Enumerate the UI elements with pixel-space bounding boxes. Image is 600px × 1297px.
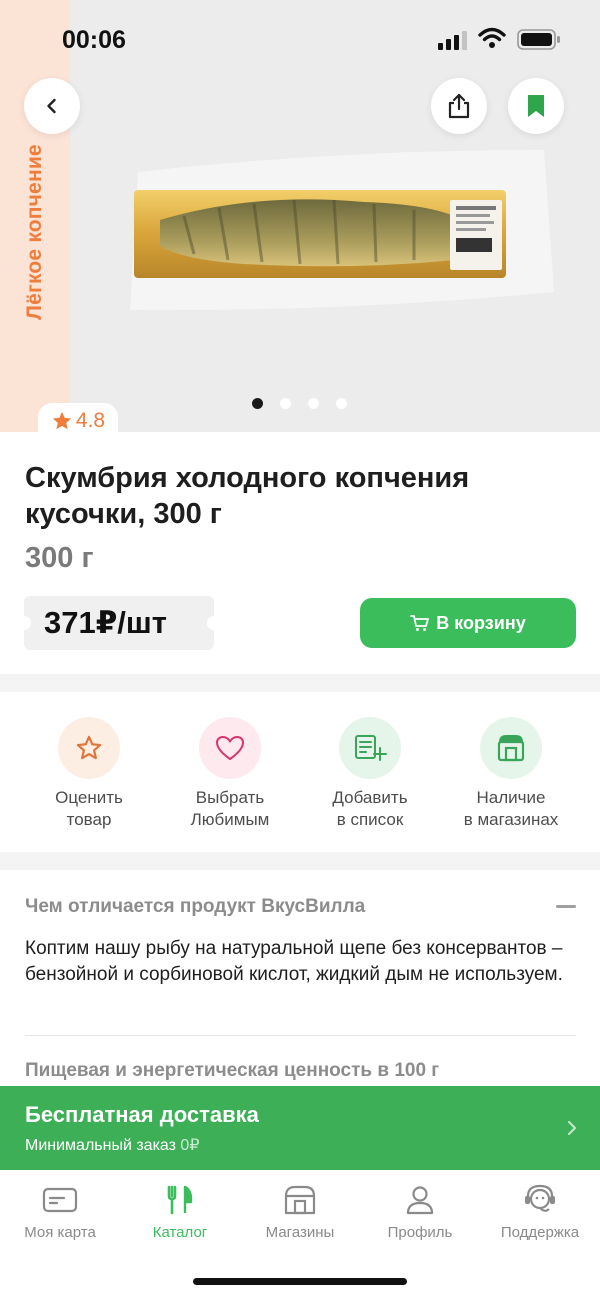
share-button[interactable] bbox=[431, 78, 487, 134]
product-actions: Оценить товар Выбрать Любимым Добавить в сп… bbox=[0, 692, 600, 852]
tab-label: Поддержка bbox=[500, 1224, 580, 1241]
store-availability-label: Наличие в магазинах bbox=[463, 788, 559, 829]
product-weight: 300 г bbox=[25, 542, 94, 574]
home-indicator[interactable] bbox=[193, 1278, 407, 1285]
choose-favorite-label: Выбрать Любимым bbox=[190, 788, 270, 829]
chevron-left-icon bbox=[47, 98, 56, 114]
heart-icon bbox=[216, 736, 244, 760]
add-to-list-label: Добавить в список bbox=[332, 788, 408, 829]
shops-icon bbox=[284, 1185, 316, 1215]
product-info: Скумбрия холодного копчения кусочки, 300… bbox=[0, 432, 600, 674]
add-to-list-button[interactable]: Добавить в список bbox=[295, 717, 445, 831]
rating-value: 4.8 bbox=[75, 409, 106, 432]
tab-label: Моя карта bbox=[24, 1224, 96, 1241]
tab-label: Профиль bbox=[387, 1224, 453, 1241]
product-title: Скумбрия холодного копчения кусочки, 300… bbox=[25, 462, 470, 530]
store-icon-circle bbox=[480, 717, 542, 779]
store-availability-button[interactable]: Наличие в магазинах bbox=[436, 717, 586, 831]
choose-favorite-button[interactable]: Выбрать Любимым bbox=[155, 717, 305, 831]
tab-support[interactable]: Поддержка bbox=[480, 1182, 600, 1241]
free-delivery-banner[interactable]: Бесплатная доставка Минимальный заказ 0₽ bbox=[0, 1086, 600, 1170]
price-tag: 371₽/шт bbox=[17, 596, 221, 650]
tab-profile[interactable]: Профиль bbox=[360, 1182, 480, 1241]
pagination-dot[interactable] bbox=[280, 398, 291, 409]
min-order-value: 0₽ bbox=[180, 1137, 200, 1154]
store-icon bbox=[497, 735, 525, 762]
collapse-icon[interactable] bbox=[556, 905, 576, 908]
gallery-pagination bbox=[252, 398, 347, 409]
status-bar: 00:06 bbox=[0, 0, 600, 76]
section-separator bbox=[0, 852, 600, 870]
profile-icon bbox=[406, 1186, 434, 1215]
difference-heading[interactable]: Чем отличается продукт ВкусВилла bbox=[25, 896, 365, 918]
tab-shops[interactable]: Магазины bbox=[240, 1182, 360, 1241]
catalog-icon bbox=[167, 1185, 193, 1215]
smoke-level-label: Лёгкое копчение bbox=[23, 144, 46, 320]
cart-icon bbox=[410, 615, 430, 631]
delivery-title: Бесплатная доставка bbox=[25, 1102, 259, 1127]
rate-product-button[interactable]: Оценить товар bbox=[14, 717, 164, 831]
card-icon bbox=[42, 1187, 78, 1213]
section-separator bbox=[0, 674, 600, 692]
rating-badge[interactable]: 4.8 bbox=[38, 403, 118, 432]
tab-my-card[interactable]: Моя карта bbox=[0, 1182, 120, 1241]
battery-icon bbox=[517, 29, 560, 50]
pagination-dot[interactable] bbox=[336, 398, 347, 409]
tab-label: Каталог bbox=[152, 1224, 208, 1241]
add-to-list-icon-circle bbox=[339, 717, 401, 779]
rate-product-label: Оценить товар bbox=[55, 788, 123, 829]
back-button[interactable] bbox=[24, 78, 80, 134]
add-to-list-icon bbox=[355, 735, 387, 761]
bookmark-icon bbox=[528, 95, 544, 117]
bookmark-button[interactable] bbox=[508, 78, 564, 134]
star-icon bbox=[52, 411, 72, 430]
divider bbox=[25, 1035, 576, 1036]
add-to-cart-label: В корзину bbox=[436, 612, 526, 633]
difference-text: Коптим нашу рыбу на натуральной щепе без… bbox=[25, 938, 563, 985]
status-time: 00:06 bbox=[62, 26, 126, 54]
favorite-icon-circle bbox=[199, 717, 261, 779]
product-gallery[interactable]: Лёгкое копчение 00:06 4.8 bbox=[0, 0, 600, 432]
pagination-dot-active[interactable] bbox=[252, 398, 263, 409]
tab-label: Магазины bbox=[265, 1224, 335, 1241]
wifi-icon bbox=[478, 27, 506, 48]
bottom-tab-bar: Моя карта Каталог Магазины Профиль Подде… bbox=[0, 1170, 600, 1297]
support-icon bbox=[525, 1184, 555, 1212]
product-description: Чем отличается продукт ВкусВилла Коптим … bbox=[0, 870, 600, 1090]
rate-icon-circle bbox=[58, 717, 120, 779]
add-to-cart-button[interactable]: В корзину bbox=[360, 598, 576, 648]
star-icon bbox=[76, 735, 102, 760]
product-image bbox=[130, 150, 554, 311]
share-icon bbox=[448, 93, 470, 119]
min-order-label: Минимальный заказ bbox=[25, 1137, 176, 1154]
nutrition-heading[interactable]: Пищевая и энергетическая ценность в 100 … bbox=[25, 1060, 439, 1082]
cellular-signal-icon bbox=[438, 31, 467, 50]
tab-catalog[interactable]: Каталог bbox=[120, 1182, 240, 1241]
product-price: 371₽/шт bbox=[44, 605, 167, 640]
chevron-right-icon bbox=[567, 1120, 577, 1136]
delivery-subtitle: Минимальный заказ 0₽ bbox=[25, 1135, 200, 1155]
pagination-dot[interactable] bbox=[308, 398, 319, 409]
